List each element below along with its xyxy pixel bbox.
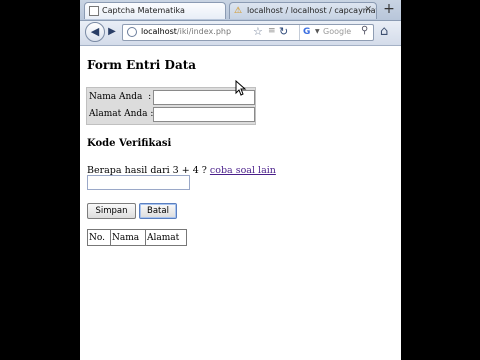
search-icon[interactable]: ⚲ — [361, 25, 368, 36]
page-title: Form Entri Data — [87, 58, 197, 72]
entry-form: Nama Anda : Alamat Anda : — [86, 87, 256, 125]
home-icon[interactable]: ⌂ — [380, 24, 388, 39]
search-engine-dropdown-icon[interactable]: ▼ — [315, 28, 320, 35]
url-text: localhost/iki/index.php — [141, 27, 231, 36]
name-label: Nama Anda : — [89, 92, 152, 102]
reload-icon[interactable]: ↻ — [279, 25, 288, 38]
back-icon[interactable]: ◀ — [85, 22, 105, 42]
save-button[interactable]: Simpan — [87, 203, 136, 219]
captcha-answer-field[interactable] — [87, 175, 190, 190]
tab-title: localhost / localhost / capcaymat ... — [247, 6, 377, 15]
tab-phpmyadmin[interactable]: ⚠ localhost / localhost / capcaymat ... … — [229, 2, 377, 19]
address-label: Alamat Anda : — [89, 109, 154, 119]
tab-title: Captcha Matematika — [102, 6, 185, 15]
other-question-link[interactable]: coba soal lain — [210, 165, 276, 176]
navigation-toolbar: ◀ ▶ localhost/iki/index.php ☆ ≡ ↻ G ▼ Go… — [80, 21, 401, 46]
tab-captcha[interactable]: Captcha Matematika — [84, 2, 226, 19]
address-field[interactable] — [153, 107, 255, 122]
table-header-row: No. Nama Alamat — [87, 229, 187, 246]
new-tab-button[interactable]: + — [380, 2, 398, 18]
verification-heading: Kode Verifikasi — [87, 138, 172, 149]
column-header-no: No. — [87, 229, 111, 246]
rss-icon[interactable]: ≡ — [268, 26, 276, 36]
data-table: No. Nama Alamat — [87, 229, 187, 246]
mouse-pointer-icon — [235, 80, 247, 96]
page-content: Form Entri Data Nama Anda : Alamat Anda … — [80, 46, 401, 360]
column-header-alamat: Alamat — [145, 229, 187, 246]
page-favicon — [89, 6, 99, 16]
close-icon[interactable]: ✕ — [364, 5, 372, 15]
column-header-nama: Nama — [110, 229, 146, 246]
url-path: /iki/index.php — [176, 27, 232, 36]
url-host: localhost — [141, 27, 177, 36]
globe-icon — [127, 27, 137, 37]
bookmark-star-icon[interactable]: ☆ — [253, 25, 263, 38]
phpmyadmin-favicon: ⚠ — [234, 6, 243, 16]
search-placeholder: Google — [323, 27, 352, 36]
browser-window: Captcha Matematika ⚠ localhost / localho… — [80, 0, 401, 360]
tab-bar: Captcha Matematika ⚠ localhost / localho… — [80, 0, 401, 21]
search-box[interactable]: G ▼ Google ⚲ — [299, 25, 373, 40]
cancel-button[interactable]: Batal — [139, 203, 177, 219]
google-icon[interactable]: G — [303, 27, 313, 37]
url-bar[interactable]: localhost/iki/index.php ☆ ≡ ↻ G ▼ Google… — [122, 24, 374, 41]
forward-icon[interactable]: ▶ — [105, 25, 119, 39]
